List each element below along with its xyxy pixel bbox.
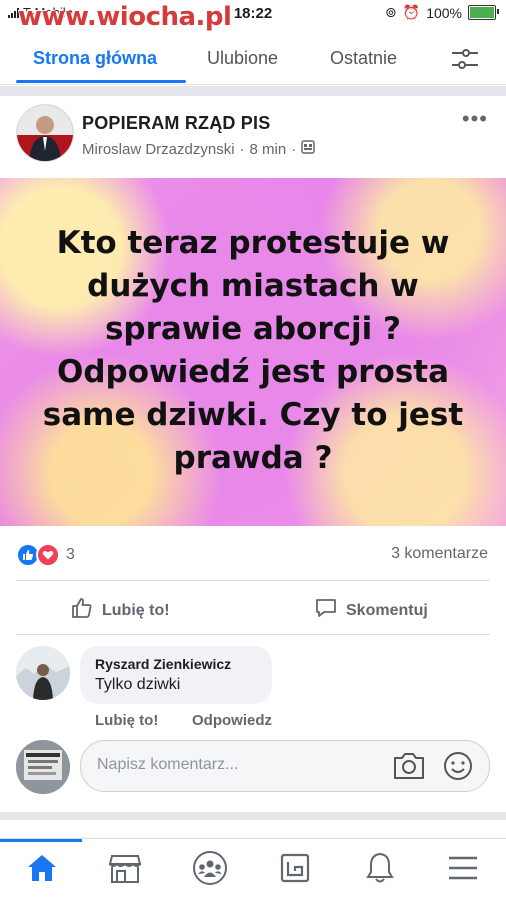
divider <box>16 580 490 581</box>
post-meta: Miroslaw Drzazdzynski · 8 min · <box>82 140 315 158</box>
menu-icon <box>447 854 479 887</box>
reactions-summary[interactable]: 3 <box>16 543 75 567</box>
active-nav-indicator <box>0 839 82 842</box>
comments-count[interactable]: 3 komentarze <box>391 545 488 563</box>
status-bar: T-Mobile 18:22 ⊚ ⏰ 100% www.wiocha.pl <box>0 0 506 32</box>
feed-tabs: Strona główna Ulubione Ostatnie <box>0 36 506 85</box>
separator <box>0 812 506 820</box>
separator <box>0 86 506 96</box>
meta-dot: · <box>291 140 297 158</box>
comment-icon <box>314 596 338 625</box>
home-icon <box>26 853 58 888</box>
meta-dot: · <box>239 140 245 158</box>
nav-groups[interactable] <box>180 847 240 893</box>
comment-button[interactable]: Skomentuj <box>314 596 428 625</box>
comment-bubble[interactable]: Ryszard Zienkiewicz Tylko dziwki <box>80 646 272 704</box>
active-tab-indicator <box>16 80 186 83</box>
divider <box>16 634 490 635</box>
like-button[interactable]: Lubię to! <box>70 596 170 625</box>
thumbs-up-icon <box>70 596 94 625</box>
tab-favorites[interactable]: Ulubione <box>207 48 278 69</box>
battery-icon <box>468 5 499 20</box>
more-options-icon[interactable]: ••• <box>462 106 488 132</box>
camera-icon[interactable] <box>392 751 426 786</box>
groups-icon <box>192 850 228 891</box>
bottom-navigation <box>0 838 506 901</box>
page-name[interactable]: POPIERAM RZĄD PIS <box>82 113 270 134</box>
comment-author-avatar[interactable] <box>16 646 70 700</box>
nav-marketplace[interactable] <box>95 847 155 893</box>
tab-recent[interactable]: Ostatnie <box>330 48 397 69</box>
tab-home[interactable]: Strona główna <box>33 48 157 69</box>
comment-composer[interactable] <box>80 740 490 792</box>
love-reaction-icon <box>36 543 60 567</box>
nav-menu[interactable] <box>433 847 493 893</box>
page-avatar[interactable] <box>16 104 74 162</box>
emoji-icon[interactable] <box>442 750 474 787</box>
battery-label: 100% <box>426 4 462 21</box>
nav-home[interactable] <box>12 847 72 893</box>
my-avatar <box>16 740 70 794</box>
filter-icon[interactable] <box>450 46 480 77</box>
status-right: ⊚ ⏰ 100% <box>385 4 499 21</box>
comment-author[interactable]: Ryszard Zienkiewicz <box>95 656 231 672</box>
alarm-icon: ⏰ <box>402 4 421 20</box>
reaction-count: 3 <box>66 546 75 563</box>
post-author[interactable]: Miroslaw Drzazdzynski <box>82 141 235 158</box>
comment-reply-link[interactable]: Odpowiedz <box>192 712 272 729</box>
comment-text: Tylko dziwki <box>95 676 181 693</box>
notifications-icon <box>365 851 395 890</box>
post-text: Kto teraz protestuje w dużych miastach w… <box>42 225 464 477</box>
post-image[interactable]: Kto teraz protestuje w dużych miastach w… <box>0 178 506 526</box>
gaming-icon <box>279 852 311 889</box>
marketplace-icon <box>108 852 142 889</box>
rotation-lock-icon: ⊚ <box>385 4 397 20</box>
nav-gaming[interactable] <box>265 847 325 893</box>
comment-like-link[interactable]: Lubię to! <box>95 712 158 729</box>
nav-notifications[interactable] <box>350 847 410 893</box>
like-label: Lubię to! <box>102 601 170 619</box>
watermark: www.wiocha.pl <box>18 2 232 32</box>
comment-label: Skomentuj <box>346 601 428 619</box>
audience-icon <box>301 140 315 158</box>
comment-input[interactable] <box>95 755 379 775</box>
post-time[interactable]: 8 min <box>250 141 287 158</box>
